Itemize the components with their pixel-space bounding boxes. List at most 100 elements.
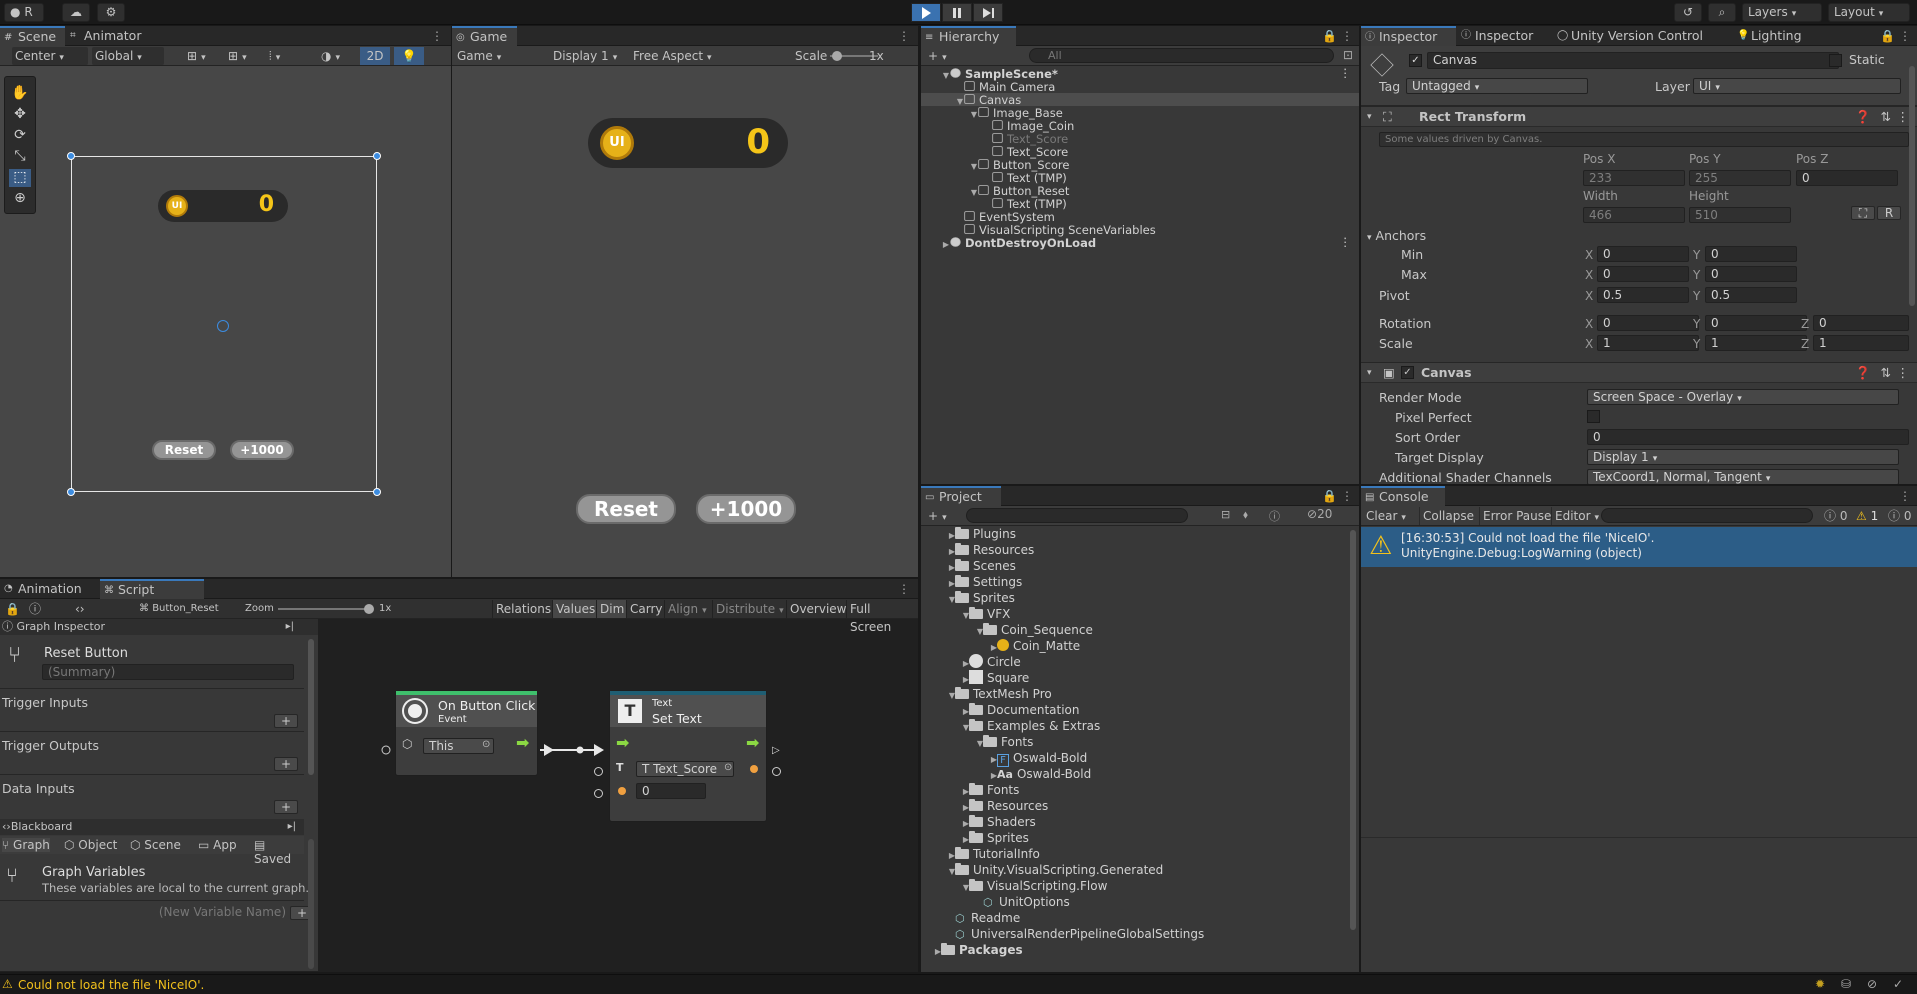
play-button[interactable] — [911, 3, 941, 22]
project-item[interactable]: ▼ Sprites — [921, 590, 1345, 606]
menu-icon[interactable]: ⋮ — [1899, 489, 1911, 503]
add-data-input-button[interactable]: + — [274, 800, 298, 814]
tab-script-graph[interactable]: ⌘Script Graph — [100, 579, 204, 614]
tab-game[interactable]: ◎ Game — [452, 26, 517, 46]
blackboard-scrollbar[interactable] — [308, 839, 314, 969]
tab-project[interactable]: ▭ Project — [921, 486, 1001, 506]
tab-saved-variables[interactable]: ▤ Saved — [254, 838, 304, 866]
zoom-slider-track[interactable] — [278, 608, 370, 610]
name-field[interactable]: Canvas — [1427, 52, 1839, 69]
project-item[interactable]: ⬡ UnitOptions — [921, 894, 1345, 910]
scale-slider-thumb[interactable] — [832, 51, 842, 61]
tab-lighting[interactable]: 💡 Lighting — [1733, 26, 1823, 46]
console-log-entry[interactable]: ⚠ [16:30:53] Could not load the file 'Ni… — [1361, 527, 1917, 567]
target-icon[interactable]: ⊙ — [724, 762, 732, 773]
enabled-checkbox[interactable]: ✓ — [1401, 366, 1414, 379]
width-field[interactable]: 466 — [1583, 207, 1685, 223]
project-item[interactable]: ⬡ Readme — [921, 910, 1345, 926]
overview-button[interactable]: Overview — [786, 600, 850, 618]
menu-icon[interactable]: ⋮ — [1897, 107, 1910, 127]
height-field[interactable]: 510 — [1689, 207, 1791, 223]
search-input[interactable] — [966, 508, 1188, 523]
menu-icon[interactable]: ⋮ — [1897, 363, 1910, 383]
graph-breadcrumb[interactable]: ⌘ Button_Reset — [136, 600, 222, 618]
project-item[interactable]: ▶ Circle — [921, 654, 1345, 670]
tab-console[interactable]: ▤ Console — [1361, 486, 1445, 506]
aspect-dropdown[interactable]: Free Aspect — [630, 47, 786, 65]
rect-handle-tr[interactable] — [373, 152, 381, 160]
view-dropdown[interactable]: Game — [454, 47, 540, 65]
console-splitter[interactable] — [1361, 837, 1917, 838]
rect-transform-header[interactable]: ▾ ⛶ Rect Transform ❓ ⇅ ⋮ — [1361, 106, 1917, 127]
hierarchy-item[interactable]: Text (TMP) — [921, 197, 1359, 211]
hierarchy-item[interactable]: Text_Score — [921, 132, 1359, 146]
lock-icon[interactable]: 🔒 — [2, 600, 23, 618]
preset-icon[interactable]: ⇅ — [1881, 363, 1891, 383]
step-button[interactable] — [973, 3, 1003, 22]
project-item[interactable]: ▼ Coin_Sequence — [921, 622, 1345, 638]
help-icon[interactable]: ❓ — [1855, 107, 1871, 127]
layout-dropdown[interactable]: Layout — [1828, 3, 1910, 22]
account-button[interactable]: ● R ▾ — [4, 3, 44, 36]
hierarchy-item[interactable]: ▼ Button_Score — [921, 158, 1359, 172]
rotation-y[interactable]: 0 — [1705, 315, 1807, 331]
rotation-x[interactable]: 0 — [1597, 315, 1699, 331]
port-icon[interactable] — [594, 767, 603, 776]
code-icon[interactable]: ‹› — [72, 600, 88, 618]
anchor-max-x[interactable]: 0 — [1597, 266, 1689, 282]
transform-tool-icon[interactable]: ⊕ — [9, 190, 31, 208]
tab-scene[interactable]: # Scene — [0, 26, 65, 46]
pivot-dropdown[interactable]: Center — [12, 47, 88, 65]
menu-icon[interactable]: ⋮ — [1899, 29, 1911, 43]
set-text-node[interactable]: T Text Set Text ➡ ➡ T T Text_Score ⊙ 0 — [609, 690, 767, 822]
menu-icon[interactable]: ⋮ — [431, 29, 443, 43]
rect-tool-icon[interactable]: ⬚ — [9, 169, 31, 187]
anchor-max-y[interactable]: 0 — [1705, 266, 1797, 282]
error-pause-button[interactable]: Error Pause — [1479, 507, 1554, 525]
project-item[interactable]: ⬡ UniversalRenderPipelineGlobalSettings — [921, 926, 1345, 942]
bug-icon[interactable]: ✹ — [1815, 977, 1825, 991]
port-icon[interactable] — [381, 745, 391, 755]
hidden-packages-toggle[interactable]: ⊘20 — [1307, 507, 1332, 521]
project-item[interactable]: ▼ Examples & Extras — [921, 718, 1345, 734]
summary-field[interactable]: (Summary) — [42, 664, 294, 680]
inspector-scrollbar[interactable] — [1909, 66, 1915, 306]
filter-icon[interactable]: ⊡ — [1343, 48, 1353, 62]
flow-out-icon[interactable]: ➡ — [746, 733, 759, 752]
lock-icon[interactable]: 🔒 — [1322, 29, 1337, 43]
scale-x[interactable]: 1 — [1597, 335, 1699, 351]
editor-dropdown[interactable]: Editor — [1551, 507, 1602, 525]
project-item[interactable]: ▶ Sprites — [921, 830, 1345, 846]
collapsed-icon[interactable]: ▶ — [939, 238, 949, 251]
collapse-button[interactable]: Collapse — [1419, 507, 1477, 525]
anchor-min-y[interactable]: 0 — [1705, 246, 1797, 262]
carry-toggle[interactable]: Carry — [626, 600, 666, 618]
tab-object-variables[interactable]: ⬡ Object — [64, 838, 117, 852]
static-checkbox[interactable] — [1829, 54, 1842, 67]
menu-icon[interactable]: ⋮ — [1340, 67, 1352, 80]
posz-field[interactable]: 0 — [1796, 170, 1898, 186]
status-message[interactable]: Could not load the file 'NiceIO'. — [18, 978, 204, 992]
increment-snap-dropdown[interactable]: ⦙ — [266, 47, 302, 65]
hierarchy-item[interactable]: ▼ Canvas — [921, 93, 1359, 107]
pixel-perfect-checkbox[interactable] — [1587, 410, 1600, 423]
project-item[interactable]: ▶ Documentation — [921, 702, 1345, 718]
posy-field[interactable]: 255 — [1689, 170, 1791, 186]
reset-button[interactable]: Reset — [576, 494, 676, 524]
render-mode-dropdown[interactable]: Screen Space - Overlay — [1587, 389, 1899, 405]
rect-handle-br[interactable] — [373, 488, 381, 496]
scale-tool-icon[interactable]: ⤡ — [9, 148, 31, 166]
relations-toggle[interactable]: Relations — [492, 600, 554, 618]
project-scrollbar[interactable] — [1350, 530, 1356, 930]
mode-2d-button[interactable]: 2D — [360, 47, 390, 65]
blueprint-mode-button[interactable]: ⛶ — [1851, 206, 1875, 220]
project-item[interactable]: ▶Aa Oswald-Bold — [921, 766, 1345, 782]
hierarchy-item[interactable]: EventSystem — [921, 210, 1359, 224]
menu-icon[interactable]: ⋮ — [1341, 29, 1353, 43]
preset-icon[interactable]: ⇅ — [1881, 107, 1891, 127]
sort-order-field[interactable]: 0 — [1587, 429, 1909, 445]
active-checkbox[interactable]: ✓ — [1409, 54, 1422, 67]
pivot-handle[interactable] — [217, 320, 229, 332]
menu-icon[interactable]: ⋮ — [1340, 236, 1352, 249]
project-item[interactable]: ▶ Resources — [921, 542, 1345, 558]
